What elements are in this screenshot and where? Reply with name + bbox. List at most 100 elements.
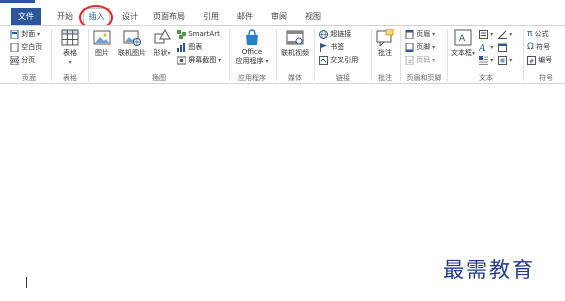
tab-file[interactable]: 文件 <box>11 8 41 25</box>
footer-icon <box>405 42 414 52</box>
page-number-icon: # <box>405 55 414 65</box>
date-time-button[interactable] <box>498 42 507 53</box>
text-cursor <box>26 277 27 288</box>
group-separator <box>229 29 230 81</box>
hyperlink-icon <box>319 29 328 39</box>
tab-mailings[interactable]: 邮件 <box>232 8 258 25</box>
shapes-label: 形状 <box>153 49 168 57</box>
equation-button[interactable]: π 公式 <box>527 29 549 40</box>
group-separator <box>276 29 277 81</box>
online-video-label: 联机视频 <box>281 49 309 57</box>
group-label-text: 文本 <box>479 74 493 82</box>
footer-label: 页脚 <box>416 43 431 51</box>
tab-design[interactable]: 设计 <box>117 8 143 25</box>
footer-button[interactable]: 页脚 ▾ <box>405 42 435 53</box>
tab-review[interactable]: 审阅 <box>266 8 292 25</box>
blank-page-button[interactable]: 空白页 <box>10 42 42 53</box>
symbol-label: 符号 <box>536 43 551 51</box>
smartart-icon <box>177 29 186 39</box>
group-separator <box>51 29 52 81</box>
header-icon <box>405 29 414 39</box>
equation-label: 公式 <box>534 30 549 38</box>
bookmark-flag-icon <box>320 42 327 52</box>
hyperlink-label: 超链接 <box>330 30 352 38</box>
chart-button[interactable]: 图表 <box>177 42 202 53</box>
comment-icon <box>376 29 394 46</box>
wordart-button[interactable]: A ▾ <box>479 42 493 53</box>
group-separator <box>371 29 372 81</box>
ribbon-insert: 封面 ▾ 空白页 分页 页面 表格 ▾ 表格 图片 联机图片 形状▾ Smart… <box>0 25 565 84</box>
table-label: 表格 <box>63 49 77 57</box>
group-label-table: 表格 <box>63 74 77 82</box>
group-label-symbols: 符号 <box>539 74 553 82</box>
calendar-icon <box>498 43 507 52</box>
group-separator <box>314 29 315 81</box>
tab-page-layout[interactable]: 页面布局 <box>150 8 188 25</box>
quick-parts-button[interactable]: ▾ <box>479 29 493 40</box>
signature-pen-icon <box>498 30 507 39</box>
svg-text:#: # <box>408 59 412 65</box>
smartart-label: SmartArt <box>188 30 220 38</box>
number-button[interactable]: # 编号 <box>527 55 552 66</box>
screenshot-icon <box>177 56 186 64</box>
group-separator <box>523 29 524 81</box>
object-icon <box>498 55 507 65</box>
header-label: 页眉 <box>416 30 431 38</box>
symbol-button[interactable]: Ω 符号 <box>527 42 550 53</box>
number-icon: # <box>527 55 536 65</box>
wordart-icon: A <box>479 44 486 52</box>
page-number-button[interactable]: # 页码 ▾ <box>405 55 435 66</box>
online-pictures-button[interactable]: 联机图片 <box>116 29 148 58</box>
pictures-label: 图片 <box>95 49 109 57</box>
accent-bar <box>0 0 35 3</box>
group-separator <box>400 29 401 81</box>
screenshot-button[interactable]: 屏幕截图 ▾ <box>177 55 221 66</box>
chart-icon <box>177 42 185 52</box>
object-button[interactable]: ▾ <box>498 55 512 66</box>
textbox-button[interactable]: A 文本框▾ <box>450 29 476 58</box>
textbox-icon: A <box>454 29 472 46</box>
video-icon <box>286 30 304 45</box>
online-video-button[interactable]: 联机视频 <box>279 29 311 58</box>
number-label: 编号 <box>538 56 553 64</box>
page-break-icon <box>10 55 19 65</box>
watermark-text: 最需教育 <box>443 258 535 282</box>
signature-line-button[interactable]: ▾ <box>498 29 512 40</box>
group-label-comments: 批注 <box>378 74 392 82</box>
table-icon <box>61 29 79 46</box>
table-button[interactable]: 表格 ▾ <box>55 29 85 66</box>
online-pictures-label: 联机图片 <box>118 49 146 57</box>
svg-text:#: # <box>529 58 534 65</box>
page-number-label: 页码 <box>416 56 431 64</box>
blank-page-label: 空白页 <box>21 43 43 51</box>
svg-text:A: A <box>459 34 466 44</box>
pictures-button[interactable]: 图片 <box>90 29 114 58</box>
office-apps-button[interactable]: Office 应用程序 ▾ <box>233 29 271 66</box>
cross-reference-button[interactable]: 交叉引用 <box>319 55 358 66</box>
page-break-button[interactable]: 分页 <box>10 55 35 66</box>
picture-icon <box>93 30 111 45</box>
bookmark-label: 书签 <box>330 43 345 51</box>
group-label-illustrations: 插图 <box>152 74 166 82</box>
new-comment-button[interactable]: 批注 <box>373 29 397 58</box>
screenshot-label: 屏幕截图 <box>188 56 217 64</box>
svg-text:A: A <box>479 44 486 52</box>
omega-icon: Ω <box>527 42 534 52</box>
hyperlink-button[interactable]: 超链接 <box>319 29 351 40</box>
group-label-media: 媒体 <box>288 74 302 82</box>
cover-page-button[interactable]: 封面 ▾ <box>10 29 40 40</box>
textbox-label: 文本框 <box>450 49 472 57</box>
quick-parts-icon <box>479 29 488 39</box>
office-label-line1: Office <box>241 48 263 56</box>
shapes-button[interactable]: 形状▾ <box>150 29 174 58</box>
drop-cap-button[interactable]: ▾ <box>479 55 493 66</box>
cover-page-icon <box>10 29 19 39</box>
header-button[interactable]: 页眉 ▾ <box>405 29 435 40</box>
tab-view[interactable]: 视图 <box>300 8 326 25</box>
tab-references[interactable]: 引用 <box>198 8 224 25</box>
bookmark-button[interactable]: 书签 <box>319 42 344 53</box>
tab-home[interactable]: 开始 <box>52 8 78 25</box>
cross-reference-label: 交叉引用 <box>330 56 359 64</box>
smartart-button[interactable]: SmartArt <box>177 29 220 40</box>
drop-cap-icon <box>479 55 488 65</box>
